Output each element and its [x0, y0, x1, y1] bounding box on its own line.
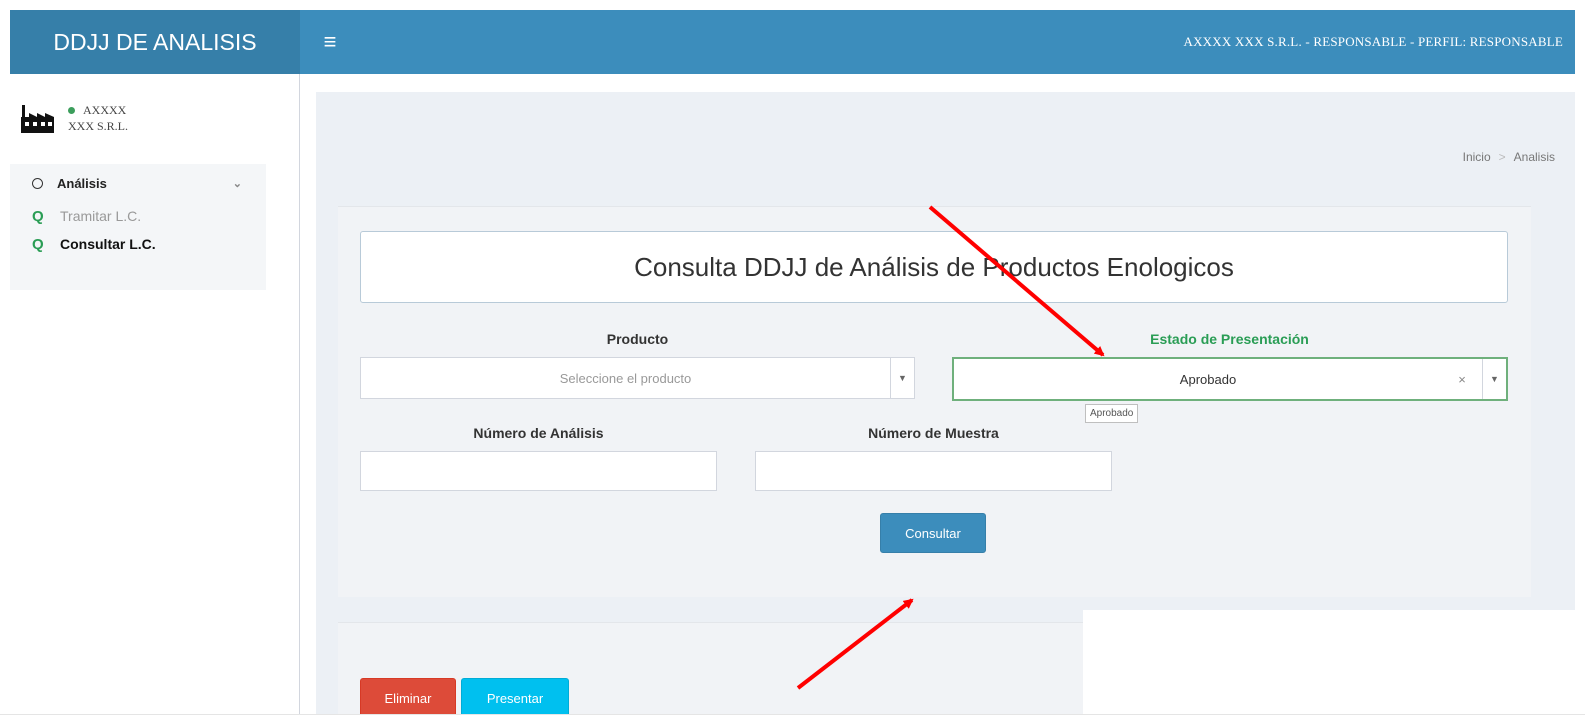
sidebar-menu: Análisis ⌄ Q Tramitar L.C. Q Consultar L…	[10, 164, 266, 290]
producto-placeholder: Seleccione el producto	[559, 370, 692, 386]
sidebar-menu-analisis[interactable]: Análisis ⌄	[10, 164, 266, 202]
chevron-down-icon: ⌄	[232, 177, 242, 190]
company-panel: AXXXX XXX S.R.L.	[20, 102, 128, 134]
bottom-bar	[0, 714, 1585, 722]
menu-toggle-icon[interactable]: ≡	[310, 10, 350, 74]
numero-analisis-input[interactable]	[360, 451, 717, 491]
numero-muestra-input[interactable]	[755, 451, 1112, 491]
chevron-down-icon[interactable]: ▼	[890, 358, 914, 398]
chevron-down-icon[interactable]: ▼	[1482, 359, 1506, 399]
breadcrumb-current: Analisis	[1513, 150, 1555, 164]
redacted-area	[1083, 610, 1575, 722]
company-name-line2: XXX S.R.L.	[68, 119, 129, 133]
search-icon: Q	[32, 207, 44, 225]
clear-icon[interactable]: ×	[1442, 372, 1482, 387]
form-title: Consulta DDJJ de Análisis de Productos E…	[360, 231, 1508, 303]
sidebar-item-consultar[interactable]: Q Consultar L.C.	[10, 230, 266, 258]
sidebar-item-label: Tramitar L.C.	[60, 208, 142, 224]
sidebar-menu-analisis-label: Análisis	[57, 175, 107, 191]
sidebar: AXXXX XXX S.R.L. Análisis ⌄ Q Tramitar L…	[10, 74, 300, 714]
eliminar-button[interactable]: Eliminar	[360, 678, 456, 718]
estado-select[interactable]: Aprobado × ▼	[952, 357, 1508, 401]
numero-analisis-label: Número de Análisis	[473, 425, 604, 441]
factory-icon	[21, 105, 54, 133]
numero-muestra-label: Número de Muestra	[868, 425, 999, 441]
breadcrumb-separator: >	[1498, 150, 1506, 164]
consultar-button[interactable]: Consultar	[880, 513, 986, 553]
estado-tooltip: Aprobado	[1085, 404, 1139, 423]
redacted-area	[175, 114, 285, 146]
online-status-dot	[68, 107, 75, 114]
main-content: Inicio > Analisis Consulta DDJJ de Análisi…	[316, 92, 1575, 722]
search-icon: Q	[32, 235, 44, 253]
breadcrumb: Inicio > Analisis	[1463, 150, 1555, 164]
estado-value: Aprobado	[1179, 371, 1237, 387]
sidebar-item-tramitar[interactable]: Q Tramitar L.C.	[10, 202, 266, 230]
breadcrumb-home[interactable]: Inicio	[1463, 150, 1491, 164]
presentar-button[interactable]: Presentar	[461, 678, 569, 718]
company-name-line1: AXXXX	[83, 103, 127, 117]
top-header: DDJJ DE ANALISIS ≡ AXXXX XXX S.R.L. - RE…	[10, 10, 1575, 74]
sidebar-item-label: Consultar L.C.	[60, 236, 156, 252]
circle-icon	[32, 177, 43, 189]
search-form-box: Consulta DDJJ de Análisis de Productos E…	[338, 206, 1531, 597]
producto-label: Producto	[606, 331, 669, 347]
app-brand[interactable]: DDJJ DE ANALISIS	[10, 10, 300, 74]
producto-select[interactable]: Seleccione el producto ▼	[360, 357, 915, 399]
user-info[interactable]: AXXXX XXX S.R.L. - RESPONSABLE - PERFIL:…	[1184, 10, 1564, 74]
estado-label: Estado de Presentación	[1150, 331, 1309, 347]
